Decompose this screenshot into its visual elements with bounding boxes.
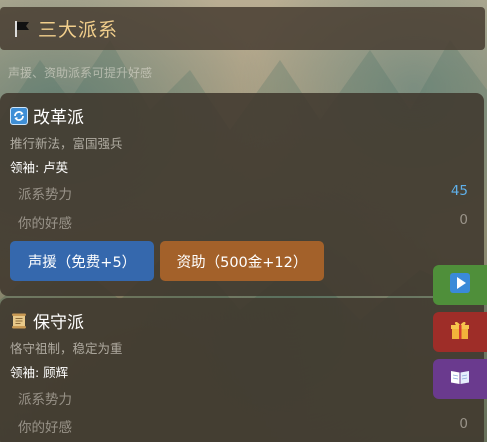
gift-button[interactable] — [433, 312, 487, 352]
faction-name: 保守派 — [33, 313, 84, 333]
faction-motto: 推行新法，富国强兵 — [10, 136, 123, 151]
header-bar: 三大派系 — [0, 7, 485, 50]
favor-label: 你的好感 — [18, 216, 72, 232]
power-label: 派系势力 — [18, 187, 72, 203]
favor-label: 你的好感 — [18, 420, 72, 436]
power-label: 派系势力 — [18, 392, 72, 408]
faction-header: 改革派 — [10, 103, 84, 128]
play-button[interactable] — [433, 265, 487, 305]
power-value: 45 — [450, 183, 468, 199]
page-title: 三大派系 — [38, 19, 119, 41]
book-icon — [449, 366, 471, 392]
favor-value: 0 — [459, 212, 468, 228]
hint-text: 声援、资助派系可提升好感 — [8, 66, 153, 80]
scroll-icon — [10, 312, 28, 330]
fund-button[interactable]: 资助（500金+12） — [160, 241, 324, 281]
gift-icon — [449, 319, 471, 345]
faction-name: 改革派 — [33, 108, 84, 128]
play-icon — [449, 272, 471, 298]
book-button[interactable] — [433, 359, 487, 399]
faction-motto: 恪守祖制，稳定为重 — [10, 341, 123, 356]
faction-leader: 领袖: 顾辉 — [10, 365, 69, 380]
faction-header: 保守派 — [10, 308, 84, 333]
refresh-icon — [10, 106, 28, 125]
favor-value: 0 — [459, 416, 468, 432]
faction-leader: 领袖: 卢英 — [10, 160, 69, 175]
black-flag-icon — [12, 19, 32, 39]
support-button[interactable]: 声援（免费+5） — [10, 241, 154, 281]
